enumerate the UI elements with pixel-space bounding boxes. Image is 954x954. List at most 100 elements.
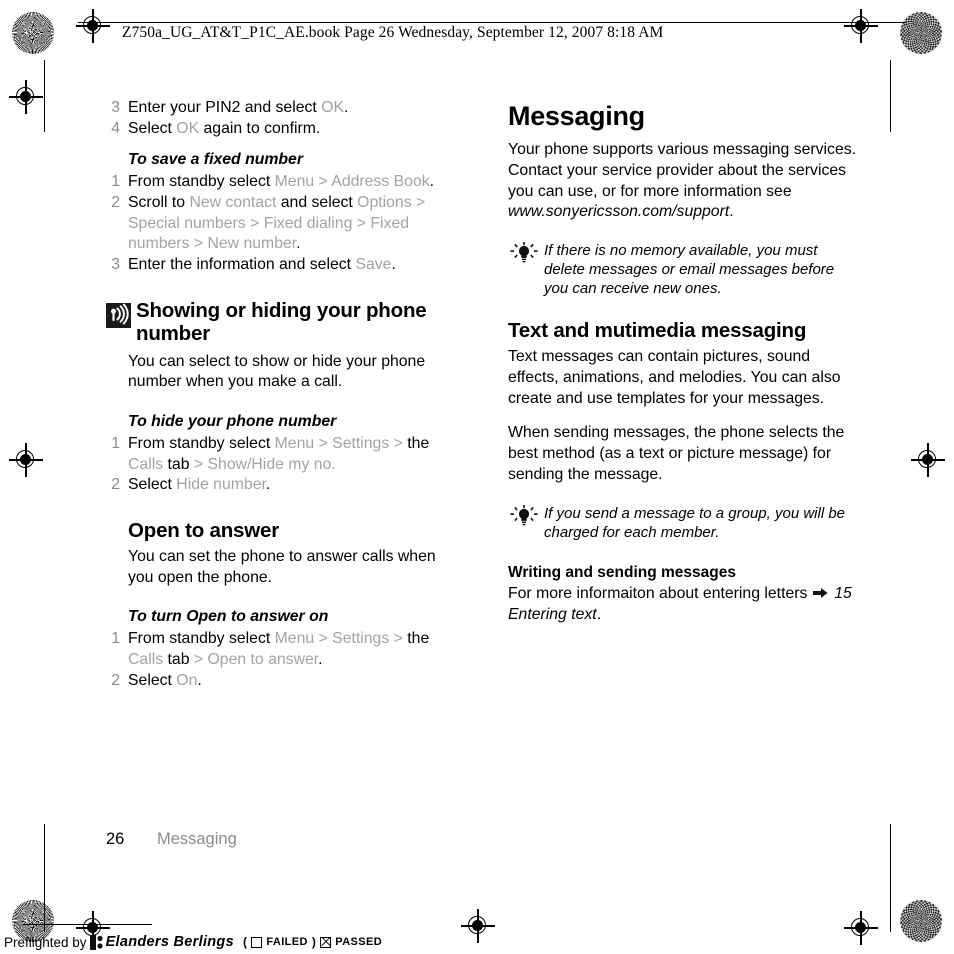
lightbulb-tip-icon (510, 504, 538, 527)
preflight-close-paren: ) (311, 935, 317, 949)
preflight-passed-checkbox (320, 936, 332, 948)
section-title-open-to-answer: Open to answer (128, 519, 279, 543)
plain-text: Your phone supports various messaging se… (508, 141, 857, 200)
plain-text: . (197, 671, 202, 689)
ui-term: Save (355, 256, 392, 274)
preflight-stamp: Preflighted by Elanders Berlings ( FAILE… (4, 934, 382, 950)
plain-text: From standby select (128, 630, 275, 648)
ui-term: Calls (128, 651, 164, 669)
ui-term: Special numbers (128, 214, 246, 232)
plain-text: . (318, 651, 323, 669)
step-text: Select OK again to confirm. (128, 120, 320, 137)
plain-text: From standby select (128, 173, 275, 191)
section-body-showing-hiding-number: You can select to show or hide your phon… (128, 352, 426, 391)
procedure-step: 1 From standby select Menu > Address Book… (106, 172, 458, 193)
lightbulb-tip-icon (510, 241, 538, 264)
ui-term: Menu (274, 173, 315, 191)
continued-step-list: 3 Enter your PIN2 and select OK. 4 Select O… (106, 98, 458, 139)
plain-text: For more informaiton about entering lett… (508, 584, 812, 602)
signal-broadcast-icon (106, 302, 131, 328)
plain-text: . (265, 476, 271, 494)
tip-callout-no-memory: If there is no memory available, you mus… (508, 241, 860, 299)
plain-text: . (596, 606, 602, 624)
plain-text: tab (163, 651, 190, 669)
tip-text-group-charge: If you send a message to a group, you wi… (544, 504, 846, 541)
preflight-failed-label: FAILED (266, 936, 308, 948)
plain-text: Select (128, 476, 177, 494)
path-separator: > (314, 630, 333, 648)
procedure-step: 1 From standby select Menu > Settings > t… (106, 434, 458, 475)
step-text: Enter the information and select Save. (128, 256, 396, 273)
ui-term: Settings (332, 435, 390, 452)
plain-text: . (344, 99, 349, 116)
plain-text: and select (276, 194, 358, 212)
ui-term: New number (207, 235, 297, 253)
procedure-step: 2 Select On. (106, 671, 458, 692)
tip-callout-group-charge: If you send a message to a group, you wi… (508, 504, 860, 542)
step-text: From standby select Menu > Address Book. (128, 173, 434, 190)
ui-term: New contact (189, 194, 277, 212)
procedure-steps-turn-open-to-answer-on: 1 From standby select Menu > Settings > t… (106, 629, 458, 691)
plain-text: Select (128, 671, 177, 689)
procedure-step: 1 From standby select Menu > Settings > t… (106, 629, 458, 670)
preflight-prefix-label: Preflighted by (4, 934, 87, 950)
ui-term: Show/Hide my no. (207, 455, 336, 473)
emphasis-text: www.sonyericsson.com/support (508, 203, 730, 221)
ui-term: OK (321, 99, 345, 116)
procedure-steps-save-fixed-number: 1 From standby select Menu > Address Book… (106, 172, 458, 275)
section-body-text-multimedia-2: When sending messages, the phone selects… (508, 424, 845, 483)
preflight-brand-label: Elanders Berlings (105, 934, 234, 950)
plain-text: the (407, 435, 430, 452)
ui-term: Options (357, 194, 412, 212)
ui-term: Fixed dialing (263, 214, 353, 232)
plain-text: tab (163, 455, 190, 473)
step-text: Scroll to New contact and select Options… (128, 194, 425, 252)
cross-reference-arrow-icon (812, 585, 828, 606)
chapter-intro-paragraph: Your phone supports various messaging se… (508, 140, 860, 223)
plain-text: . (429, 173, 435, 191)
ui-term: Settings (332, 630, 390, 648)
step-number: 1 (111, 173, 120, 191)
procedure-step: 2 Select Hide number. (106, 475, 458, 496)
section-body-open-to-answer: You can set the phone to answer calls wh… (128, 548, 436, 586)
procedure-steps-hide-phone-number: 1 From standby select Menu > Settings > t… (106, 434, 458, 496)
plain-text: Enter the information and select (128, 256, 356, 274)
path-separator: > (189, 651, 208, 669)
step-number: 1 (111, 630, 120, 648)
preflight-passed-label: PASSED (335, 936, 383, 948)
section-title-showing-hiding-number: Showing or hiding your phone number (136, 298, 427, 345)
plain-text: again to confirm. (199, 119, 321, 137)
step-number: 3 (111, 99, 120, 116)
ui-term: Address Book (331, 173, 430, 191)
ui-term: Hide number (176, 476, 266, 494)
step-number: 2 (111, 194, 120, 212)
preflight-open-paren: ( (242, 935, 248, 949)
step-number: 2 (111, 671, 120, 689)
procedure-step: 3 Enter the information and select Save. (106, 255, 458, 276)
ui-term: Menu (274, 435, 315, 452)
chapter-title-messaging: Messaging (508, 101, 645, 131)
section-heading-showing-hiding-number: Showing or hiding your phone number (106, 298, 458, 346)
section-body-text-multimedia-1: Text messages can contain pictures, soun… (508, 348, 841, 407)
plain-text: . (729, 203, 734, 221)
step-number: 1 (111, 435, 120, 452)
plain-text: the (407, 630, 430, 648)
preflight-status-group: ( FAILED ) PASSED (243, 935, 382, 949)
step-text: Enter your PIN2 and select OK. (128, 99, 348, 116)
path-separator: > (245, 214, 264, 232)
ui-term: Open to answer (207, 651, 319, 669)
step-number: 4 (111, 119, 120, 137)
ui-term: Calls (128, 455, 164, 473)
section-title-text-and-multimedia-messaging: Text and mutimedia messaging (508, 319, 807, 343)
procedure-title-hide-phone-number: To hide your phone number (128, 413, 337, 431)
path-separator: > (352, 214, 371, 232)
step-text: Select Hide number. (128, 476, 270, 493)
ui-term: Menu (274, 630, 315, 648)
path-separator: > (389, 630, 408, 648)
procedure-title-save-fixed-number: To save a fixed number (128, 151, 303, 169)
elanders-logo-icon (89, 934, 104, 950)
procedure-step: 4 Select OK again to confirm. (106, 119, 458, 140)
path-separator: > (411, 194, 426, 212)
tip-text-no-memory: If there is no memory available, you mus… (544, 241, 835, 298)
procedure-step: 2 Scroll to New contact and select Option… (106, 193, 458, 255)
